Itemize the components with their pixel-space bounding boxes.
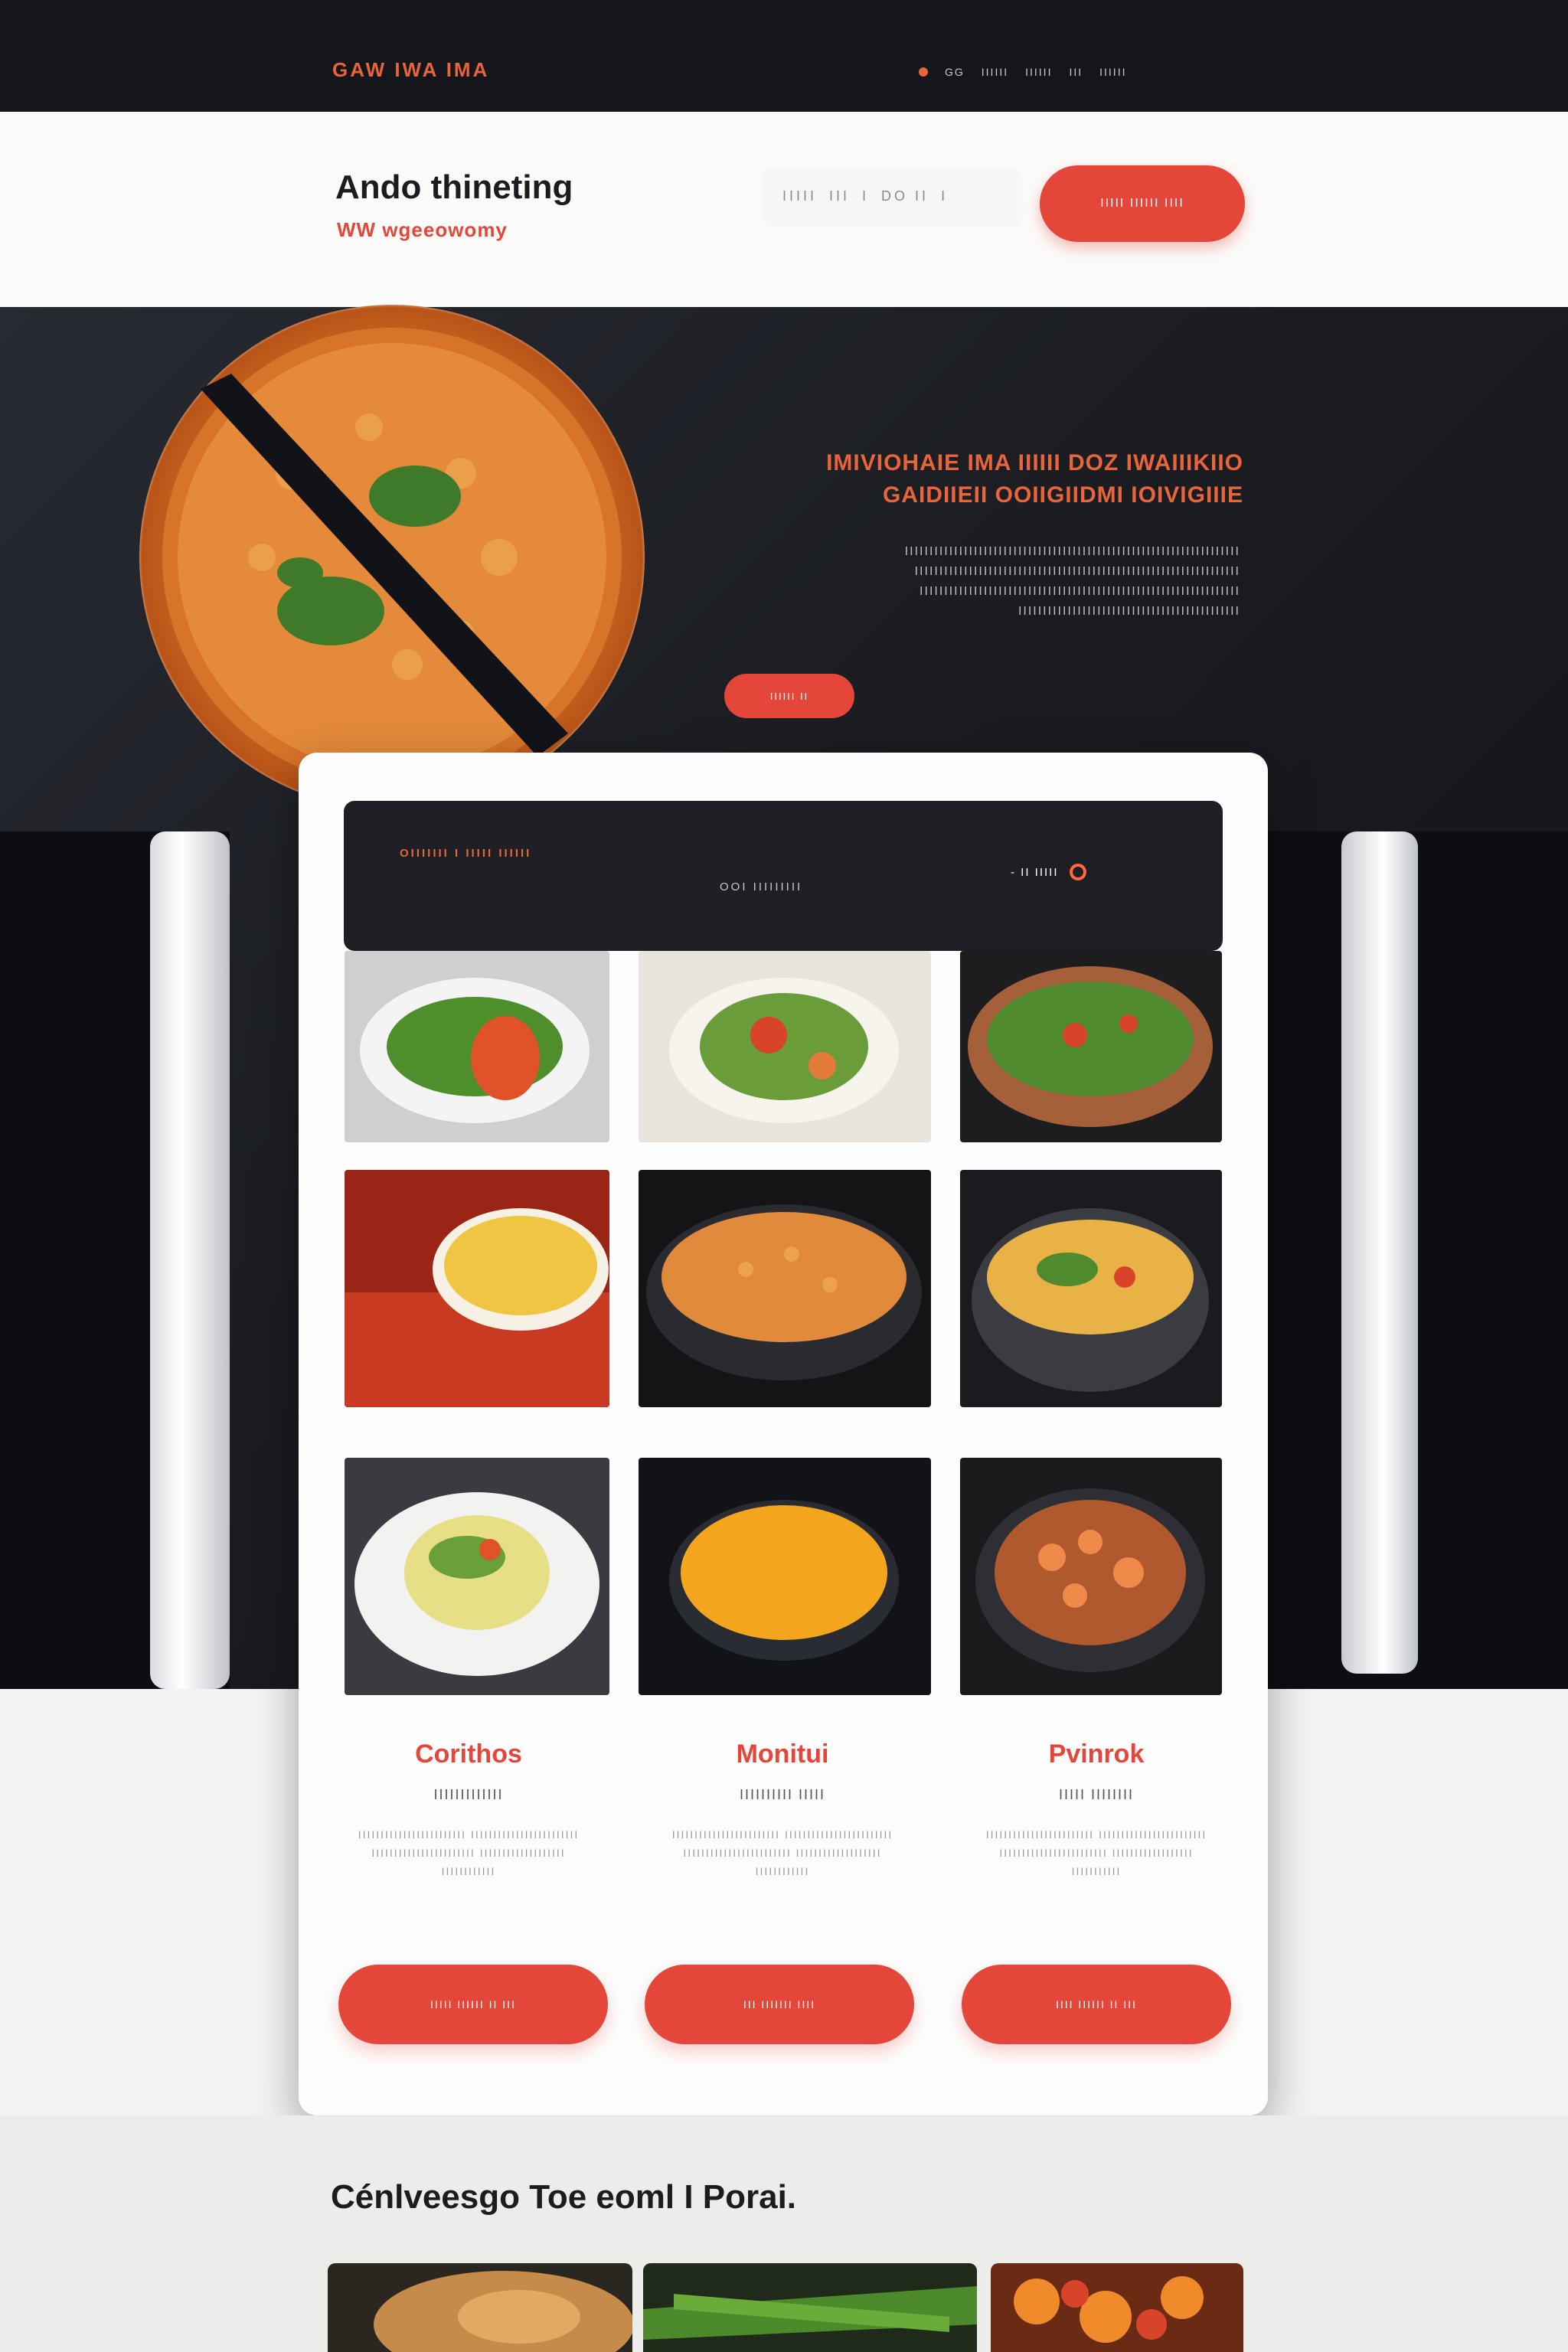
column-2-button[interactable]: III IIIIIII IIII xyxy=(645,1965,914,2044)
card-header-subtitle: OOI IIIIIIIII xyxy=(720,880,803,893)
hero-body-text: IIIIIIIIIIIIIIIIIIIIIIIIIIIIIIIIIIIIIIII… xyxy=(904,545,1240,618)
search-input[interactable]: IIIII III I DO II I xyxy=(766,168,1020,224)
food-image-4[interactable] xyxy=(345,1170,609,1407)
nav-item-1[interactable]: GG xyxy=(945,66,965,78)
column-1-title: Corithos xyxy=(415,1740,522,1769)
food-image-3-art xyxy=(960,951,1222,1142)
column-3-title: Pvinrok xyxy=(1048,1740,1145,1769)
card-header xyxy=(344,801,1223,951)
food-image-9-art xyxy=(960,1458,1222,1695)
bottom-image-1-art xyxy=(328,2263,632,2352)
food-image-1[interactable] xyxy=(345,951,609,1142)
food-image-3[interactable] xyxy=(960,951,1222,1142)
column-2-body: IIIIIIIIIIIIIIIIIIIIIIII IIIIIIIIIIIIIII… xyxy=(671,1828,893,1877)
search-text-4: DO II xyxy=(881,188,929,204)
column-3-body: IIIIIIIIIIIIIIIIIIIIIIII IIIIIIIIIIIIIII… xyxy=(985,1828,1207,1877)
food-image-1-art xyxy=(345,951,609,1142)
food-image-5-art xyxy=(639,1170,931,1407)
food-image-7[interactable] xyxy=(345,1458,609,1695)
food-image-8-art xyxy=(639,1458,931,1695)
nav-item-2[interactable]: IIIIII xyxy=(982,66,1008,78)
hero-heading-line-1: IMIVIOHAIE IMA IIIIII DOZ IWAIIIKIIO xyxy=(826,450,1243,475)
right-monitor-frame xyxy=(1341,831,1418,1674)
pizza-art xyxy=(162,328,622,787)
bottom-image-2[interactable] xyxy=(643,2263,977,2352)
top-bar xyxy=(0,0,1568,112)
hero-heading: IMIVIOHAIE IMA IIIIII DOZ IWAIIIKIIO GAI… xyxy=(720,447,1243,511)
column-1-body: IIIIIIIIIIIIIIIIIIIIIIII IIIIIIIIIIIIIII… xyxy=(358,1828,580,1877)
column-3-subtitle: IIIII IIIIIIII xyxy=(1058,1787,1134,1802)
search-text-3: I xyxy=(862,188,870,204)
right-monitor xyxy=(1268,831,1568,1689)
left-monitor xyxy=(0,831,230,1689)
bottom-image-3[interactable] xyxy=(991,2263,1243,2352)
hero-pizza-image xyxy=(139,305,645,810)
header-cta-button[interactable]: IIIII IIIIII IIII xyxy=(1040,165,1245,242)
food-image-6[interactable] xyxy=(960,1170,1222,1407)
bottom-section-title: Cénlveesgo Toe eoml I Porai. xyxy=(331,2178,797,2216)
food-image-7-art xyxy=(345,1458,609,1695)
card-header-title: OIIIIIII I IIIII IIIIII xyxy=(400,847,532,860)
hero-button[interactable]: IIIIII II xyxy=(724,674,854,718)
bottom-image-3-art xyxy=(991,2263,1243,2352)
card-header-actions: - II IIIII xyxy=(1011,864,1086,880)
search-text-5: I xyxy=(941,188,949,204)
food-image-9[interactable] xyxy=(960,1458,1222,1695)
nav-item-3[interactable]: IIIIII xyxy=(1025,66,1052,78)
brand-logo[interactable]: GAW IWA IMA xyxy=(332,58,489,82)
nav-item-5[interactable]: IIIIII xyxy=(1099,66,1126,78)
food-image-8[interactable] xyxy=(639,1458,931,1695)
food-image-2-art xyxy=(639,951,931,1142)
search-text-1: IIIII xyxy=(782,188,818,204)
notification-dot-icon[interactable] xyxy=(919,67,928,77)
nav-item-4[interactable]: III xyxy=(1069,66,1083,78)
column-1-subtitle: IIIIIIIIIIIII xyxy=(433,1787,504,1802)
column-2-subtitle: IIIIIIIIII IIIII xyxy=(739,1787,825,1802)
left-monitor-frame xyxy=(150,831,230,1689)
food-image-4-art xyxy=(345,1170,609,1407)
column-1-button[interactable]: IIIII IIIIII II III xyxy=(338,1965,608,2044)
page-title: Ando thineting xyxy=(335,168,573,206)
food-image-2[interactable] xyxy=(639,951,931,1142)
bottom-image-2-art xyxy=(643,2263,977,2352)
circle-icon[interactable] xyxy=(1069,864,1086,880)
search-text-2: III xyxy=(829,188,851,204)
food-image-6-art xyxy=(960,1170,1222,1407)
food-image-5[interactable] xyxy=(639,1170,931,1407)
column-2-title: Monitui xyxy=(736,1740,829,1769)
hero-heading-line-2: GAIDIIEII OOIIGIIDMI IOIVIGIIIE xyxy=(882,482,1243,508)
top-nav: GG IIIIII IIIIII III IIIIII xyxy=(919,66,1126,78)
column-3-button[interactable]: IIII IIIIII II III xyxy=(962,1965,1231,2044)
card-header-action-text[interactable]: - II IIIII xyxy=(1011,866,1059,879)
page-subtitle: WW wgeeowomy xyxy=(337,218,508,241)
bottom-image-1[interactable] xyxy=(328,2263,632,2352)
